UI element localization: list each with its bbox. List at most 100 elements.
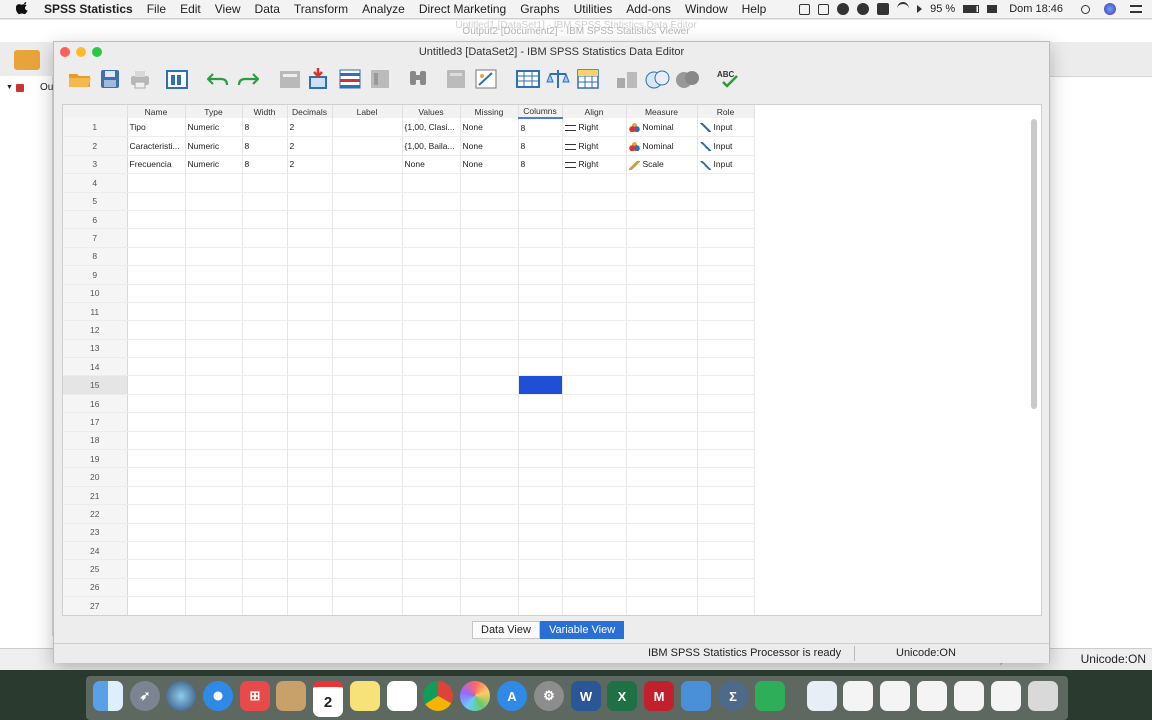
cell-values[interactable] (402, 357, 461, 377)
cell-name[interactable] (127, 578, 186, 598)
cell-columns[interactable] (518, 357, 563, 377)
cell-missing[interactable] (460, 486, 519, 506)
cell-label[interactable] (332, 596, 403, 615)
cell-width[interactable] (242, 265, 288, 285)
cell-label[interactable] (332, 320, 403, 340)
cell-type[interactable] (185, 265, 243, 285)
table-row[interactable]: 12 (63, 320, 984, 340)
app-store-icon[interactable]: A (497, 681, 527, 711)
calendar-icon[interactable]: 2 (313, 681, 343, 717)
cell-align[interactable] (562, 431, 627, 451)
cell-missing[interactable] (460, 559, 519, 579)
cell-type[interactable]: Numeric (185, 118, 243, 138)
cell-decimals[interactable]: 2 (287, 155, 333, 175)
cell-columns[interactable] (518, 375, 563, 395)
cell-width[interactable] (242, 431, 288, 451)
table-row[interactable]: 1 Tipo Numeric 8 2 {1,00, Clasi... None … (63, 118, 984, 138)
cell-label[interactable] (332, 339, 403, 359)
cell-missing[interactable] (460, 192, 519, 211)
cell-align[interactable] (562, 210, 627, 230)
scissors-icon[interactable] (818, 3, 830, 15)
cell-label[interactable] (332, 228, 403, 248)
chrome-icon[interactable] (423, 681, 453, 711)
table-row[interactable]: 7 (63, 228, 984, 248)
row-number[interactable]: 20 (63, 467, 128, 487)
finder-icon[interactable] (93, 681, 123, 711)
find-icon[interactable] (404, 66, 432, 92)
launchpad-icon[interactable]: ➶ (130, 681, 160, 711)
battery-percent[interactable]: 95 % (930, 3, 955, 15)
cell-measure[interactable] (626, 284, 698, 303)
screen-share-icon[interactable] (799, 3, 811, 15)
cell-name[interactable]: Caracteristi... (127, 136, 186, 156)
cell-measure[interactable] (626, 375, 698, 395)
cell-align[interactable] (562, 357, 627, 377)
cell-columns[interactable] (518, 302, 563, 322)
row-number[interactable]: 22 (63, 504, 128, 524)
cell-decimals[interactable]: 2 (287, 118, 333, 138)
word-icon[interactable]: W (571, 681, 601, 711)
cell-label[interactable] (332, 173, 403, 193)
cell-decimals[interactable] (287, 284, 333, 303)
cell-measure[interactable] (626, 504, 698, 524)
cell-decimals[interactable] (287, 578, 333, 598)
cell-columns[interactable] (518, 228, 563, 248)
cell-align[interactable] (562, 339, 627, 359)
cell-values[interactable] (402, 486, 461, 506)
menu-transform[interactable]: Transform (294, 2, 348, 16)
cell-width[interactable] (242, 504, 288, 524)
cell-label[interactable] (332, 578, 403, 598)
cell-role[interactable] (697, 394, 755, 414)
cell-values[interactable] (402, 504, 461, 524)
cell-missing[interactable]: None (460, 118, 519, 138)
table-row[interactable]: 2 Caracteristi... Numeric 8 2 {1,00, Bai… (63, 136, 984, 156)
cell-name[interactable] (127, 302, 186, 322)
notes-icon[interactable] (350, 681, 380, 711)
table-row[interactable]: 24 (63, 541, 984, 561)
cell-missing[interactable] (460, 320, 519, 340)
cell-align[interactable] (562, 265, 627, 285)
cell-columns[interactable]: 8 (518, 155, 563, 175)
cell-missing[interactable] (460, 394, 519, 414)
cell-values[interactable] (402, 559, 461, 579)
insert-variable-icon[interactable] (472, 66, 500, 92)
cell-role[interactable] (697, 357, 755, 377)
cell-type[interactable] (185, 320, 243, 340)
cell-role[interactable] (697, 578, 755, 598)
cell-values[interactable] (402, 265, 461, 285)
cell-name[interactable] (127, 394, 186, 414)
cell-role[interactable] (697, 449, 755, 469)
cell-role[interactable] (697, 247, 755, 267)
reminders-icon[interactable] (387, 681, 417, 711)
col-header-type[interactable]: Type (185, 105, 243, 118)
cell-missing[interactable] (460, 339, 519, 359)
cell-width[interactable] (242, 523, 288, 542)
cell-columns[interactable] (518, 265, 563, 285)
cell-name[interactable]: Frecuencia (127, 155, 186, 175)
cell-label[interactable] (332, 486, 403, 506)
cell-type[interactable] (185, 523, 243, 542)
row-number[interactable]: 11 (63, 302, 128, 322)
menu-analyze[interactable]: Analyze (362, 2, 405, 16)
cell-role[interactable] (697, 320, 755, 340)
table-row[interactable]: 22 (63, 504, 984, 524)
row-number[interactable]: 18 (63, 431, 128, 451)
cell-missing[interactable] (460, 578, 519, 598)
cell-label[interactable] (332, 375, 403, 395)
col-header-missing[interactable]: Missing (460, 105, 519, 118)
row-number[interactable]: 26 (63, 578, 128, 598)
doc-thumbnail-2-icon[interactable] (843, 681, 873, 711)
alert-icon[interactable] (837, 3, 850, 15)
cell-values[interactable] (402, 320, 461, 340)
cell-columns[interactable]: 8 (518, 118, 563, 138)
cell-measure[interactable] (626, 523, 698, 542)
cell-decimals[interactable] (287, 265, 333, 285)
cell-role[interactable] (697, 486, 755, 506)
cell-missing[interactable] (460, 504, 519, 524)
cell-type[interactable]: Numeric (185, 155, 243, 175)
cell-missing[interactable] (460, 523, 519, 542)
row-number[interactable]: 7 (63, 228, 128, 248)
cell-role[interactable] (697, 523, 755, 542)
cell-label[interactable] (332, 394, 403, 414)
cell-width[interactable] (242, 210, 288, 230)
